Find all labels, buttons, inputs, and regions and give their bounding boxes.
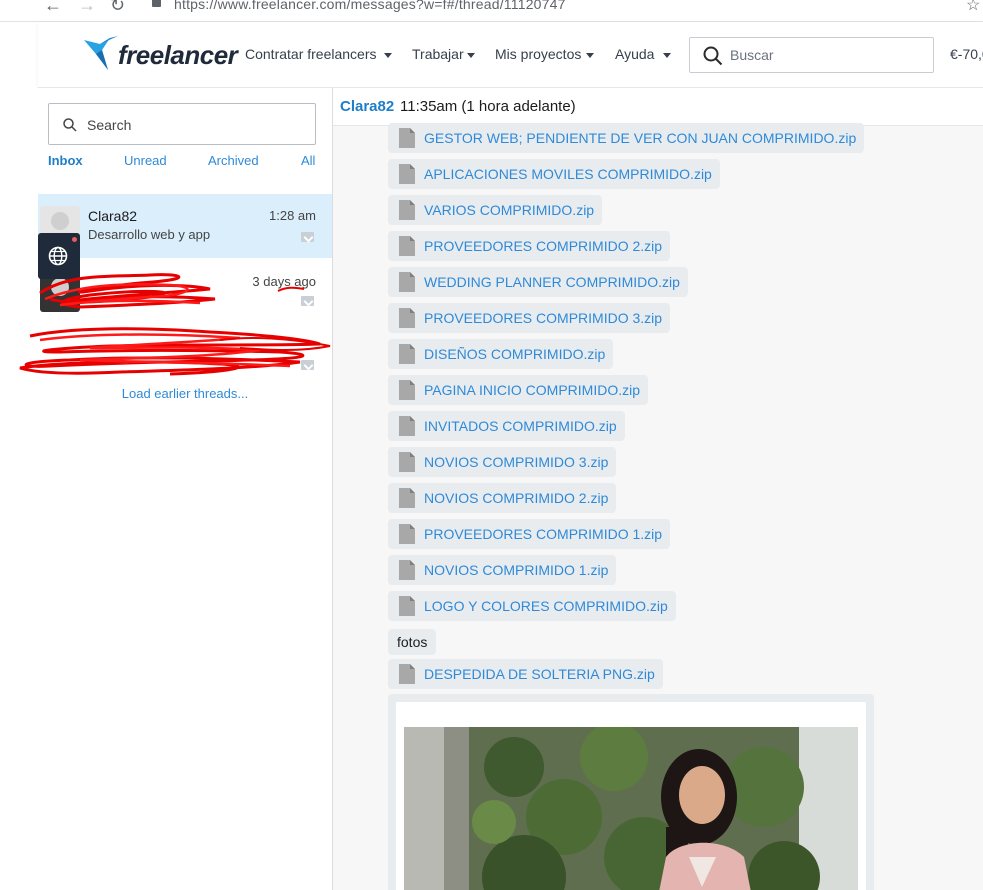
- text-message: fotos: [388, 629, 437, 655]
- global-search-input[interactable]: [728, 46, 918, 64]
- file-icon: [399, 452, 415, 472]
- file-attachment[interactable]: PAGINA INICIO COMPRIMIDO.zip: [388, 375, 648, 405]
- file-attachment[interactable]: GESTOR WEB; PENDIENTE DE VER CON JUAN CO…: [388, 123, 865, 153]
- file-name: NOVIOS COMPRIMIDO 1.zip: [424, 562, 609, 578]
- photo-preview-image[interactable]: [404, 727, 858, 890]
- file-name: DESPEDIDA DE SOLTERIA PNG.zip: [424, 666, 655, 682]
- file-attachment[interactable]: NOVIOS COMPRIMIDO 1.zip: [388, 555, 617, 585]
- thread-filter-tabs: Inbox Unread Archived All: [48, 153, 316, 171]
- file-icon: [399, 664, 415, 684]
- nav-work[interactable]: Trabajar: [412, 46, 475, 62]
- file-icon: [399, 164, 415, 184]
- file-attachment[interactable]: APLICACIONES MOVILES COMPRIMIDO.zip: [388, 159, 720, 189]
- tab-inbox[interactable]: Inbox: [48, 153, 83, 168]
- file-attachment[interactable]: DESPEDIDA DE SOLTERIA PNG.zip: [388, 659, 663, 689]
- file-name: DISEÑOS COMPRIMIDO.zip: [424, 346, 606, 362]
- search-icon: [63, 118, 77, 132]
- chevron-down-icon: [663, 52, 672, 58]
- archive-icon[interactable]: [301, 296, 314, 306]
- file-name: GESTOR WEB; PENDIENTE DE VER CON JUAN CO…: [424, 130, 857, 146]
- file-name: PROVEEDORES COMPRIMIDO 1.zip: [424, 526, 663, 542]
- nav-my-projects[interactable]: Mis proyectos: [495, 46, 595, 62]
- thread-item-clara82[interactable]: Clara82 Desarrollo web y app 1:28 am: [38, 194, 332, 258]
- thread-list-panel: Inbox Unread Archived All Clara82 Desarr…: [38, 88, 333, 890]
- contact-local-time: 11:35am (1 hora adelante): [400, 98, 576, 115]
- file-attachment[interactable]: VARIOS COMPRIMIDO.zip: [388, 195, 603, 225]
- thread-search-input[interactable]: [85, 116, 285, 134]
- thread-time: 1:28 am: [269, 208, 316, 223]
- tab-unread[interactable]: Unread: [124, 153, 167, 168]
- nav-label: Ayuda: [615, 46, 655, 62]
- tab-archived[interactable]: Archived: [208, 153, 259, 168]
- address-bar[interactable]: https://www.freelancer.com/messages?w=f#…: [174, 0, 566, 12]
- browser-toolbar: ← → ↻ https://www.freelancer.com/message…: [0, 0, 983, 22]
- account-balance[interactable]: €-70,0: [950, 46, 983, 62]
- file-icon: [399, 200, 415, 220]
- top-navigation: freelancer Contratar freelancers Trabaja…: [38, 22, 983, 88]
- file-attachment[interactable]: NOVIOS COMPRIMIDO 3.zip: [388, 447, 617, 477]
- load-earlier-threads-link[interactable]: Load earlier threads...: [38, 386, 332, 401]
- back-arrow-icon[interactable]: ←: [44, 0, 62, 14]
- file-icon: [399, 308, 415, 328]
- file-icon: [399, 524, 415, 544]
- file-icon: [399, 272, 415, 292]
- conversation-panel: Clara82 11:35am (1 hora adelante) GESTOR…: [333, 88, 983, 890]
- file-icon: [399, 128, 415, 148]
- file-name: APLICACIONES MOVILES COMPRIMIDO.zip: [424, 166, 712, 182]
- global-search[interactable]: [689, 37, 934, 73]
- bookmark-star-icon[interactable]: ☆: [966, 0, 980, 15]
- chevron-down-icon: [586, 52, 595, 58]
- file-attachment[interactable]: DISEÑOS COMPRIMIDO.zip: [388, 339, 614, 369]
- file-name: NOVIOS COMPRIMIDO 3.zip: [424, 454, 609, 470]
- nav-label: Trabajar: [412, 46, 464, 62]
- file-name: WEDDING PLANNER COMPRIMIDO.zip: [424, 274, 680, 290]
- file-name: PROVEEDORES COMPRIMIDO 2.zip: [424, 238, 663, 254]
- search-icon: [703, 46, 723, 66]
- file-name: PAGINA INICIO COMPRIMIDO.zip: [424, 382, 640, 398]
- redaction-scribble: [39, 273, 216, 309]
- chevron-down-icon: [466, 52, 475, 58]
- file-icon: [399, 596, 415, 616]
- nav-help[interactable]: Ayuda: [615, 46, 672, 62]
- nav-label: Mis proyectos: [495, 46, 582, 62]
- file-icon: [399, 416, 415, 436]
- file-icon: [399, 380, 415, 400]
- file-name: NOVIOS COMPRIMIDO 2.zip: [424, 490, 609, 506]
- reload-icon[interactable]: ↻: [110, 0, 125, 14]
- conversation-contact-name[interactable]: Clara82: [340, 98, 394, 115]
- lock-icon: [152, 0, 161, 7]
- logo-wordmark[interactable]: freelancer: [118, 40, 238, 71]
- file-attachment[interactable]: PROVEEDORES COMPRIMIDO 1.zip: [388, 519, 671, 549]
- thread-search[interactable]: [48, 103, 316, 145]
- tab-all[interactable]: All: [301, 153, 315, 168]
- archive-icon[interactable]: [301, 232, 314, 242]
- file-name: VARIOS COMPRIMIDO.zip: [424, 202, 595, 218]
- file-name: PROVEEDORES COMPRIMIDO 3.zip: [424, 310, 663, 326]
- forward-arrow-icon[interactable]: →: [78, 0, 96, 14]
- thread-name: Clara82: [88, 208, 138, 224]
- globe-icon: [48, 246, 68, 266]
- file-icon: [399, 236, 415, 256]
- chevron-down-icon: [383, 52, 392, 58]
- redaction-scribble: [277, 286, 305, 292]
- file-attachment[interactable]: PROVEEDORES COMPRIMIDO 2.zip: [388, 231, 671, 261]
- file-attachment[interactable]: WEDDING PLANNER COMPRIMIDO.zip: [388, 267, 688, 297]
- conversation-header: Clara82 11:35am (1 hora adelante): [333, 88, 983, 126]
- file-name: LOGO Y COLORES COMPRIMIDO.zip: [424, 598, 668, 614]
- nav-hire-freelancers[interactable]: Contratar freelancers: [245, 46, 392, 62]
- file-attachment[interactable]: INVITADOS COMPRIMIDO.zip: [388, 411, 625, 441]
- thread-project: Desarrollo web y app: [88, 227, 211, 242]
- notification-dot: [72, 237, 77, 242]
- redaction-scribble: [19, 327, 331, 376]
- file-attachment[interactable]: NOVIOS COMPRIMIDO 2.zip: [388, 483, 617, 513]
- image-attachment[interactable]: [388, 694, 874, 890]
- file-attachment[interactable]: LOGO Y COLORES COMPRIMIDO.zip: [388, 591, 676, 621]
- file-name: INVITADOS COMPRIMIDO.zip: [424, 418, 617, 434]
- file-icon: [399, 488, 415, 508]
- image-frame: [396, 702, 866, 890]
- file-icon: [399, 344, 415, 364]
- file-attachment[interactable]: PROVEEDORES COMPRIMIDO 3.zip: [388, 303, 671, 333]
- file-icon: [399, 560, 415, 580]
- nav-label: Contratar freelancers: [245, 46, 377, 62]
